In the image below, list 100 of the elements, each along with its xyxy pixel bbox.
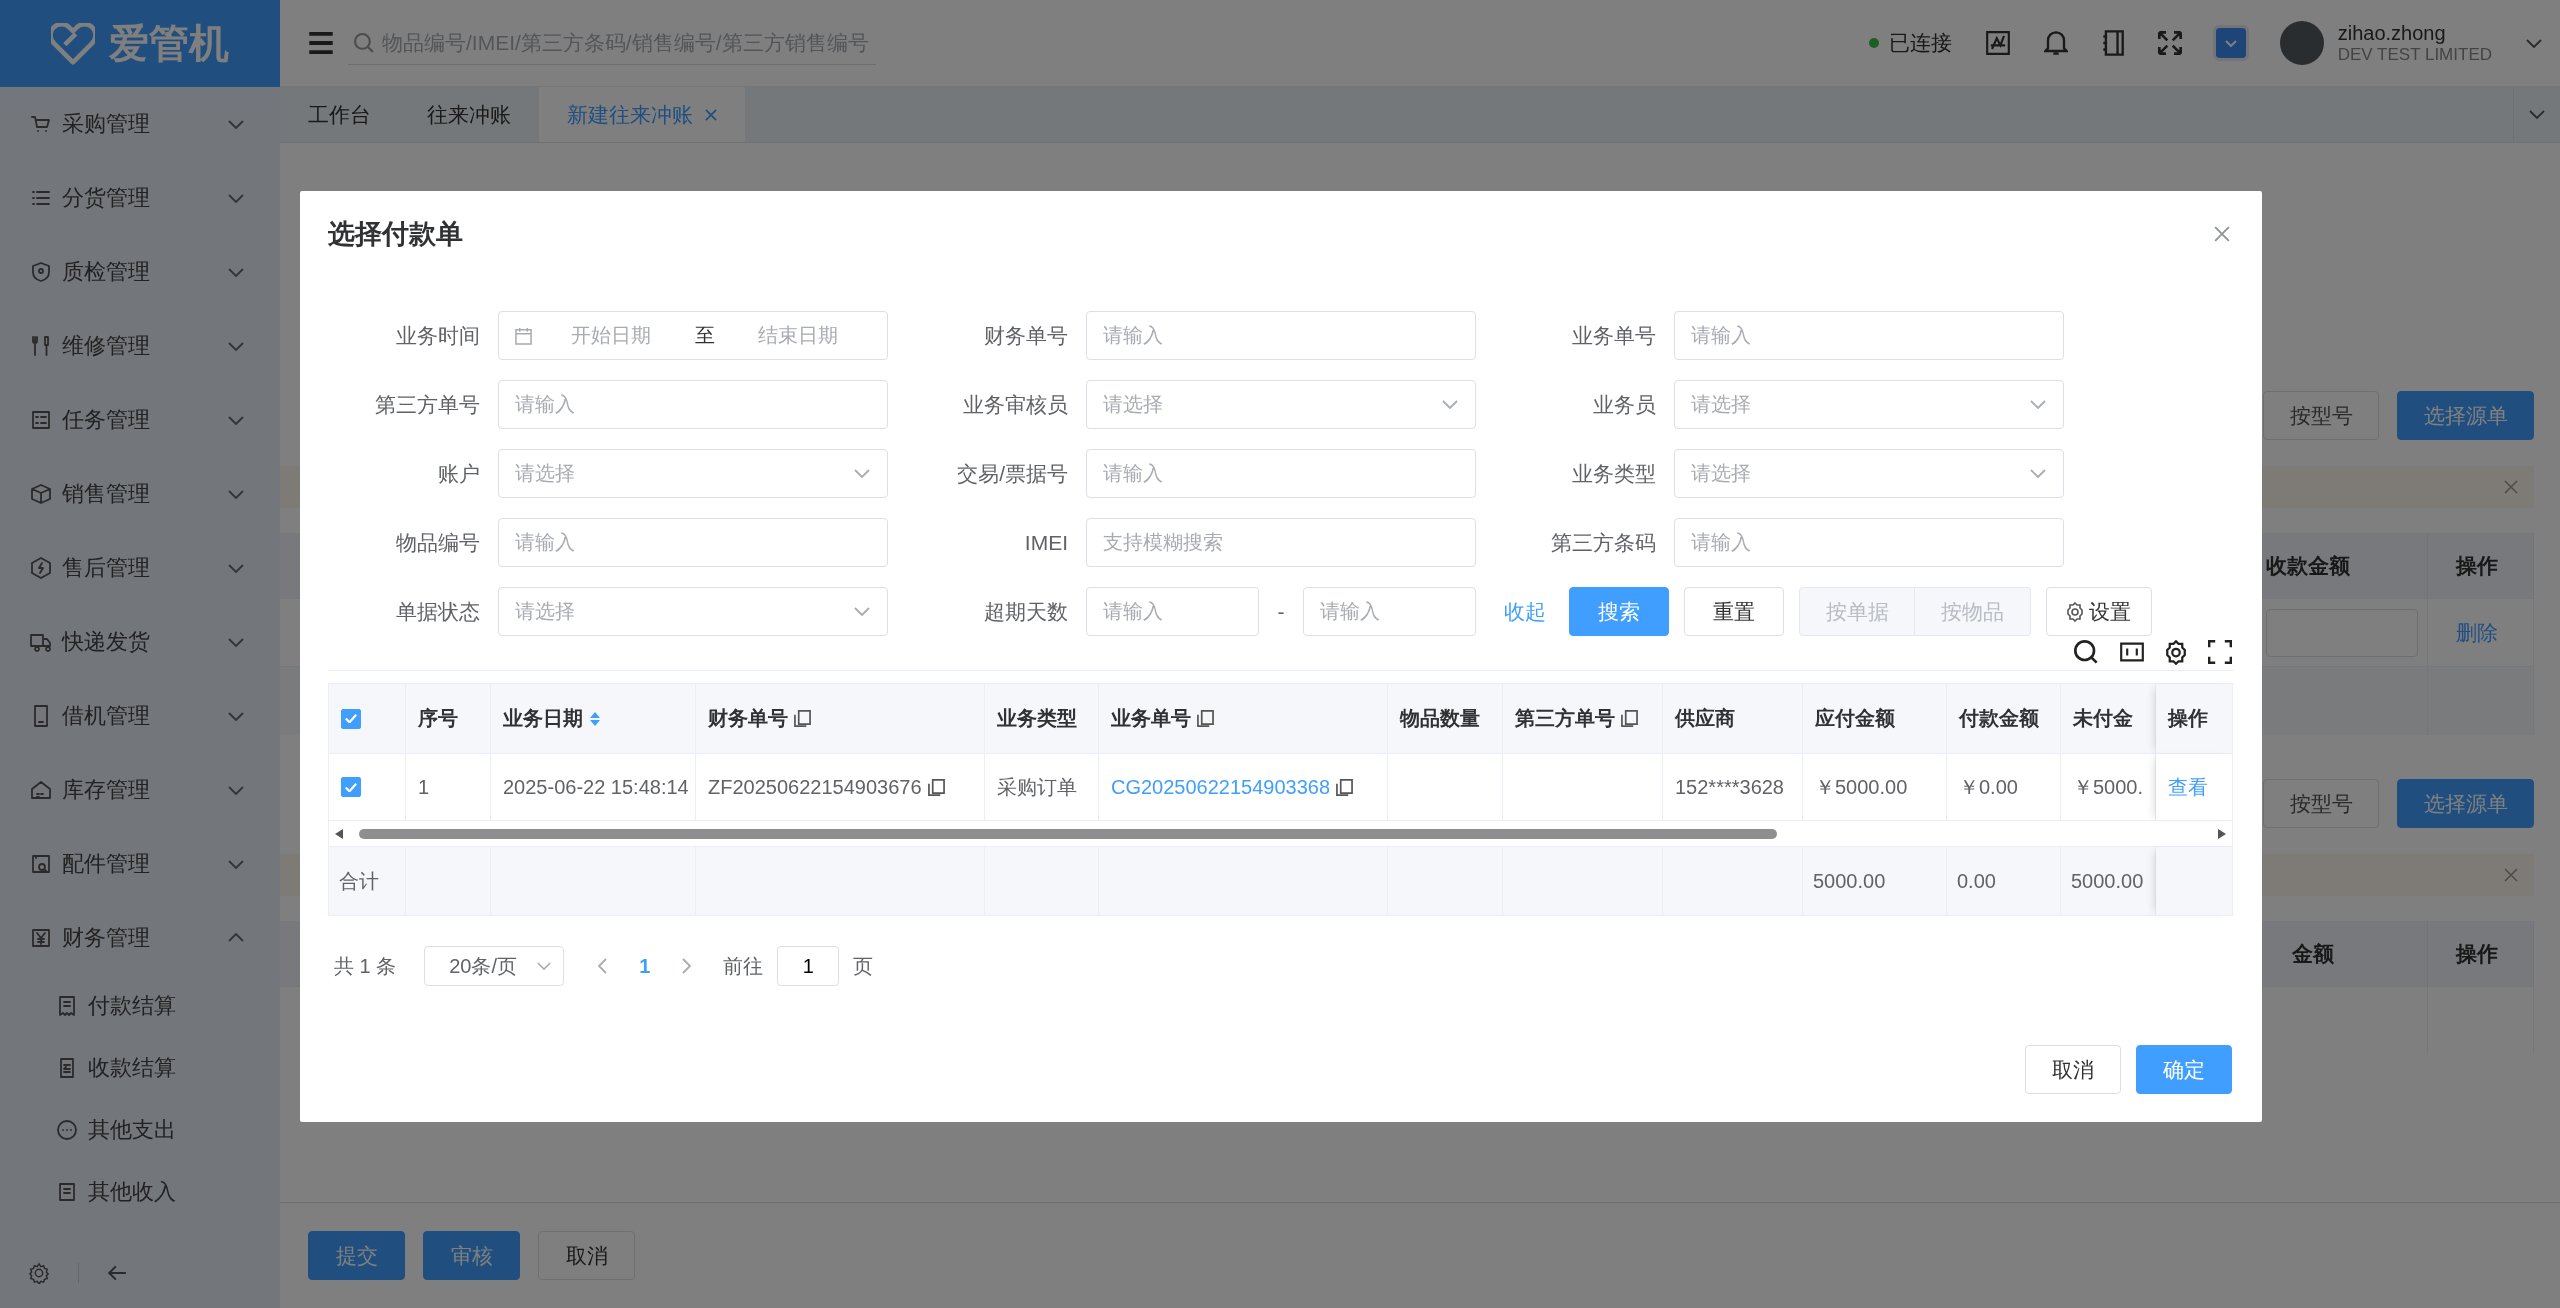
sort-icon[interactable] <box>589 710 601 727</box>
menu-icon[interactable] <box>308 31 334 55</box>
close-icon[interactable] <box>2504 480 2518 494</box>
input-field[interactable]: 请输入 <box>498 518 888 567</box>
chevron-down-icon[interactable] <box>2526 38 2542 48</box>
table-link[interactable]: 查看 <box>2168 773 2208 801</box>
action-button[interactable]: 取消 <box>538 1231 635 1280</box>
input-field[interactable]: 请输入 <box>1086 449 1476 498</box>
tab[interactable]: 工作台 <box>280 87 399 142</box>
menu-item[interactable]: 维修管理 <box>0 309 280 383</box>
search-icon[interactable] <box>2074 640 2098 664</box>
header-cell: 操作 <box>2428 533 2534 598</box>
submenu-item[interactable]: 其他收入 <box>0 1161 280 1223</box>
copy-icon[interactable] <box>1336 778 1354 796</box>
menu-item[interactable]: 快递发货 <box>0 605 280 679</box>
header-cell: 操作 <box>2428 921 2534 986</box>
dropdown-button[interactable] <box>2215 28 2246 58</box>
filter-label: 交易/票据号 <box>956 460 1068 487</box>
end-date-input[interactable]: 结束日期 <box>724 323 871 348</box>
close-icon[interactable] <box>705 108 717 121</box>
range-separator: 至 <box>693 323 716 348</box>
select-field[interactable]: 请选择 <box>498 587 888 636</box>
chevron-down-icon <box>228 341 244 351</box>
chevron-right-icon[interactable] <box>682 958 692 974</box>
start-date-input[interactable]: 开始日期 <box>538 323 685 348</box>
menu-item[interactable]: 任务管理 <box>0 383 280 457</box>
menu-item[interactable]: 财务管理 <box>0 901 280 975</box>
copy-icon[interactable] <box>1621 710 1638 727</box>
select-field[interactable]: 请选择 <box>1674 449 2064 498</box>
settings-icon[interactable] <box>2166 639 2186 665</box>
close-icon[interactable] <box>2214 226 2230 242</box>
collapse-link[interactable]: 收起 <box>1504 597 1546 626</box>
page-suffix: 页 <box>853 953 874 979</box>
menu-item[interactable]: 售后管理 <box>0 531 280 605</box>
input-field[interactable]: 请输入 <box>1674 518 2064 567</box>
toolbar-button[interactable]: 选择源单 <box>2397 391 2534 440</box>
hexagon-icon <box>30 557 52 579</box>
chevron-left-icon[interactable] <box>598 958 608 974</box>
reset-button[interactable]: 重置 <box>1684 587 1784 636</box>
scroll-left-icon[interactable] <box>335 828 343 839</box>
scroll-right-icon[interactable] <box>2218 828 2226 839</box>
table-link[interactable]: CG20250622154903368 <box>1111 775 1331 799</box>
delete-link[interactable]: 删除 <box>2456 618 2498 647</box>
submenu-item[interactable]: 收款结算 <box>0 1037 280 1099</box>
dialog-button[interactable]: 确定 <box>2136 1045 2232 1094</box>
checkbox[interactable] <box>341 777 361 797</box>
menu-item[interactable]: 质检管理 <box>0 235 280 309</box>
select-field[interactable]: 请选择 <box>1674 380 2064 429</box>
arrow-left-icon[interactable] <box>107 1265 127 1281</box>
checkbox[interactable] <box>341 708 361 729</box>
chart-icon[interactable] <box>1985 31 2010 55</box>
tab[interactable]: 往来冲账 <box>399 87 539 142</box>
copy-icon[interactable] <box>1197 710 1214 727</box>
copy-icon[interactable] <box>794 710 811 727</box>
input-field[interactable]: 请输入 <box>1086 311 1476 360</box>
date-range-field[interactable]: 开始日期 至 结束日期 <box>498 311 888 360</box>
user-name: zihao.zhong <box>2337 21 2447 45</box>
input-field[interactable]: 请输入 <box>1303 587 1476 636</box>
company-name: DEV TEST LIMITED <box>2337 44 2492 65</box>
notebook-icon[interactable] <box>2101 30 2124 56</box>
tab[interactable]: 新建往来冲账 <box>539 87 745 142</box>
search-button[interactable]: 搜索 <box>1569 587 1669 636</box>
chevron-down-icon <box>228 267 244 277</box>
select-field[interactable]: 请选择 <box>498 449 888 498</box>
menu-item[interactable]: 销售管理 <box>0 457 280 531</box>
menu-item[interactable]: 采购管理 <box>0 87 280 161</box>
input-field[interactable]: 支持模糊搜索 <box>1086 518 1476 567</box>
column-header: 业务单号 <box>1111 706 1191 731</box>
goto-label: 前往 <box>723 953 764 979</box>
copy-icon[interactable] <box>927 778 945 796</box>
menu-item[interactable]: 分货管理 <box>0 161 280 235</box>
ratio-icon[interactable] <box>2120 642 2144 662</box>
chevron-down-icon <box>228 193 244 203</box>
action-button[interactable]: 提交 <box>308 1231 405 1280</box>
menu-item[interactable]: 库存管理 <box>0 753 280 827</box>
avatar[interactable] <box>2279 21 2324 65</box>
submenu-item[interactable]: 其他支出 <box>0 1099 280 1161</box>
toolbar-button[interactable]: 选择源单 <box>2397 779 2534 828</box>
fullscreen-icon[interactable] <box>2208 640 2232 664</box>
input-field[interactable]: 请输入 <box>1086 587 1259 636</box>
page-number[interactable]: 1 <box>629 954 661 978</box>
dialog-button[interactable]: 取消 <box>2025 1045 2121 1094</box>
app-logo-text: 爱管机 <box>109 20 229 67</box>
toolbar-button[interactable]: 按型号 <box>2263 779 2379 828</box>
page-input[interactable]: 1 <box>777 946 840 986</box>
house-icon <box>30 779 52 801</box>
close-icon[interactable] <box>2504 868 2518 882</box>
settings-button[interactable]: 设置 <box>2046 587 2152 636</box>
bell-icon[interactable] <box>2043 31 2068 55</box>
input-field[interactable]: 请输入 <box>1674 311 2064 360</box>
input-field[interactable]: 请输入 <box>498 380 888 429</box>
page-size-select[interactable]: 20条/页 <box>424 946 565 986</box>
action-button[interactable]: 审核 <box>423 1231 520 1280</box>
cell-text: ZF20250622154903676 <box>708 775 922 799</box>
menu-item[interactable]: 借机管理 <box>0 679 280 753</box>
submenu-item[interactable]: 付款结算 <box>0 975 280 1037</box>
menu-item[interactable]: 配件管理 <box>0 827 280 901</box>
toolbar-button[interactable]: 按型号 <box>2263 391 2379 440</box>
select-field[interactable]: 请选择 <box>1086 380 1476 429</box>
total-count: 共 1 条 <box>334 953 397 979</box>
